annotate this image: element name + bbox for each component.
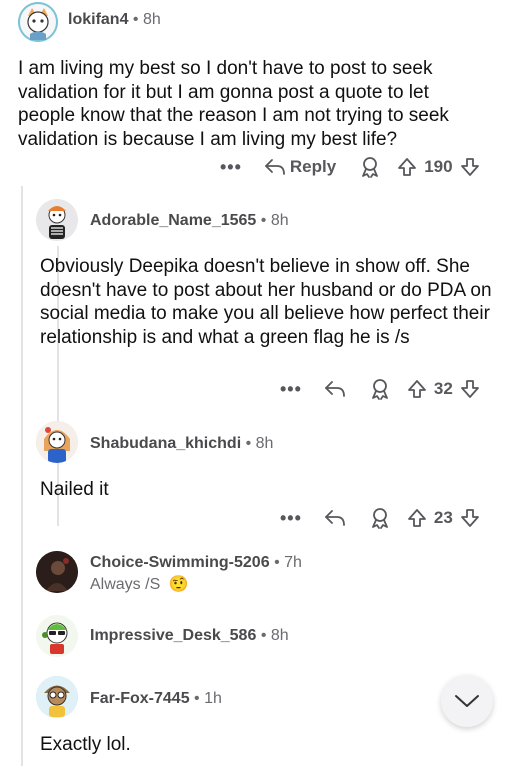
avatar-image [36,676,78,718]
timestamp: 8h [255,435,274,452]
vote-count: 32 [433,379,453,398]
avatar[interactable] [36,199,78,241]
scroll-down-button[interactable] [441,675,493,727]
reply-button[interactable]: Reply [264,157,336,177]
reply-icon [265,159,285,175]
comment-header: Impressive_Desk_586 • 8h [90,627,289,645]
separator-dot: • [245,435,252,452]
comment-header: Far-Fox-7445 • 1h [90,690,222,708]
comment-header: Shabudana_khichdi • 8h [90,435,273,453]
comment-actions: ••• 32 [280,377,481,401]
comment-header: Choice-Swimming-5206 • 7h [90,554,302,572]
reply-icon[interactable] [324,379,346,399]
upvote-icon[interactable] [396,156,418,178]
more-options-button[interactable]: ••• [280,508,302,529]
comment-body: Exactly lol. [40,734,131,755]
username[interactable]: Shabudana_khichdi [90,435,241,452]
collapsed-text: Always /S [90,576,161,593]
downvote-icon[interactable] [459,378,481,400]
avatar-image [36,199,78,241]
comment-body: Obviously Deepika doesn't believe in sho… [40,256,492,348]
username[interactable]: Adorable_Name_1565 [90,212,256,229]
timestamp: 8h [270,627,289,644]
downvote-icon[interactable] [459,507,481,529]
separator-dot: • [194,690,200,707]
separator-dot: • [260,627,267,644]
more-options-button[interactable]: ••• [280,379,302,400]
separator-dot: • [132,11,139,28]
comment-body: Nailed it [40,479,109,500]
timestamp: 7h [284,554,302,571]
reply-icon[interactable] [324,508,346,528]
comment-actions: ••• 23 [280,506,481,530]
award-icon[interactable] [368,506,392,530]
upvote-icon[interactable] [406,507,428,529]
separator-dot: • [260,212,267,229]
comment-actions: ••• Reply 190 [220,155,481,179]
avatar-image [36,421,78,463]
collapsed-preview[interactable]: Always /S 🤨 [90,574,189,594]
avatar[interactable] [36,551,78,593]
upvote-icon[interactable] [406,378,428,400]
avatar-image [36,615,78,657]
reply-label: Reply [289,157,337,176]
avatar[interactable] [36,421,78,463]
downvote-icon[interactable] [459,156,481,178]
thread-line-root[interactable] [21,186,23,766]
timestamp: 8h [270,212,289,229]
comment-body: I am living my best so I don't have to p… [18,58,449,150]
more-options-button[interactable]: ••• [220,157,242,178]
username[interactable]: lokifan4 [68,11,128,28]
username[interactable]: Impressive_Desk_586 [90,627,256,644]
chevron-down-icon [455,695,479,707]
vote-count: 23 [433,508,453,527]
avatar[interactable] [36,615,78,657]
timestamp: 8h [142,11,161,28]
raised-eyebrow-emoji: 🤨 [168,576,189,593]
avatar-image [36,551,78,593]
username[interactable]: Choice-Swimming-5206 [90,554,270,571]
comment-header: lokifan4 • 8h [68,11,161,29]
username[interactable]: Far-Fox-7445 [90,690,190,707]
award-icon[interactable] [358,155,382,179]
avatar[interactable] [18,2,58,42]
avatar-image [18,2,58,42]
avatar[interactable] [36,676,78,718]
comment-header: Adorable_Name_1565 • 8h [90,212,289,230]
vote-count: 190 [424,157,453,176]
separator-dot: • [274,554,280,571]
award-icon[interactable] [368,377,392,401]
timestamp: 1h [204,690,222,707]
